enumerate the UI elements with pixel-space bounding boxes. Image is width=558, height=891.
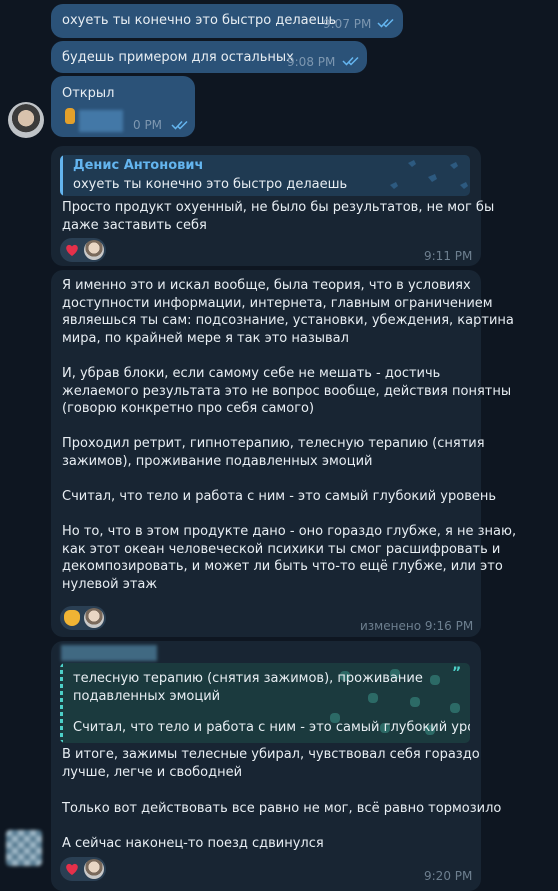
- message-line: Считал, что тело и работа с ним - это са…: [62, 489, 497, 504]
- reaction-handshake[interactable]: [60, 606, 106, 630]
- message-line: Только вот действовать все равно не мог,…: [62, 801, 502, 816]
- message-time: 9:20 PM: [424, 869, 473, 883]
- message-line: желаемого результата это не вопрос вообщ…: [62, 384, 512, 399]
- message-text: Открыл: [62, 86, 115, 101]
- quote-pattern-icon: [390, 160, 468, 189]
- reactor-avatar: [84, 859, 104, 879]
- reply-quote[interactable]: Денис Антонович охуеть ты конечно это бы…: [60, 155, 470, 196]
- quote-line: подавленных эмоций: [73, 689, 221, 704]
- message-time: изменено 9:16 PM: [360, 619, 474, 633]
- hand-emoji-icon: [65, 108, 75, 124]
- message-time: 0 PM: [133, 118, 163, 132]
- message-line: И, убрав блоки, если самому себе не меша…: [62, 366, 441, 381]
- blurred-area: [79, 110, 123, 132]
- message-line: доступности информации, интернета, главн…: [62, 296, 493, 311]
- quote-text: охуеть ты конечно это быстро делаешь: [73, 177, 348, 192]
- message-line: Проходил ретрит, гипнотерапию, телесную …: [62, 436, 485, 451]
- message-line: мира, по крайней мере я так это называл: [62, 331, 349, 346]
- message-time: 9:11 PM: [424, 249, 473, 263]
- handshake-icon: [64, 610, 80, 626]
- incoming-message[interactable]: Денис Антонович охуеть ты конечно это бы…: [51, 146, 494, 266]
- outgoing-message[interactable]: будешь примером для остальных 9:08 PM: [51, 41, 367, 73]
- message-line: являешься ты сам: подсознание, установки…: [62, 313, 514, 328]
- message-text: будешь примером для остальных: [62, 50, 294, 65]
- message-line: нулевой этаж: [62, 577, 158, 592]
- incoming-message[interactable]: Я именно это и искал вообще, была теория…: [51, 270, 516, 637]
- message-line: В итоге, зажимы телесные убирал, чувство…: [62, 747, 480, 762]
- heart-icon: [66, 244, 78, 256]
- quote-author: Денис Антонович: [73, 158, 204, 173]
- quote-line: Считал, что тело и работа с ним - это са…: [73, 720, 470, 735]
- message-line: декомпозировать, и может ли быть что-то …: [62, 559, 503, 574]
- outgoing-message[interactable]: охуеть ты конечно это быстро делаешь 9:0…: [51, 4, 403, 38]
- double-check-icon: [342, 56, 359, 66]
- message-time: 9:07 PM: [323, 17, 372, 31]
- message-text: охуеть ты конечно это быстро делаешь: [62, 13, 337, 28]
- quote-bar: [60, 663, 63, 743]
- heart-icon: [66, 863, 78, 875]
- double-check-icon: [377, 18, 394, 28]
- quote-line: телесную терапию (снятия зажимов), прожи…: [73, 671, 423, 686]
- reactor-avatar: [84, 240, 104, 260]
- message-line: даже заставить себя: [62, 218, 207, 233]
- quote-mark-icon: ”: [452, 665, 462, 681]
- message-time: 9:08 PM: [287, 55, 336, 69]
- sender-avatar[interactable]: [6, 830, 42, 866]
- outgoing-message[interactable]: Открыл 0 PM: [51, 76, 195, 137]
- reaction-heart[interactable]: [60, 857, 106, 881]
- reaction-heart[interactable]: [60, 238, 106, 262]
- sender-name-blurred: [61, 645, 157, 661]
- incoming-message[interactable]: ” телесную терапию (снятия зажимов), про…: [51, 641, 501, 891]
- reply-quote[interactable]: ” телесную терапию (снятия зажимов), про…: [60, 663, 470, 743]
- message-line: как этот океан человеческой психики ты с…: [62, 542, 501, 557]
- message-line: (говорю конкретно про себя самого): [62, 401, 315, 416]
- reactor-avatar: [84, 608, 104, 628]
- message-line: Но то, что в этом продукте дано - оно го…: [62, 524, 517, 539]
- message-line: А сейчас наконец-то поезд сдвинулся: [62, 836, 324, 851]
- message-line: лучше, легче и свободней: [62, 765, 243, 780]
- quote-bar: [60, 155, 63, 196]
- message-line: зажимов), проживание подавленных эмоций: [62, 454, 373, 469]
- message-line: Я именно это и искал вообще, была теория…: [62, 278, 471, 293]
- double-check-icon: [171, 120, 188, 130]
- message-line: Просто продукт охуенный, не было бы резу…: [62, 200, 495, 215]
- user-avatar[interactable]: [8, 102, 44, 138]
